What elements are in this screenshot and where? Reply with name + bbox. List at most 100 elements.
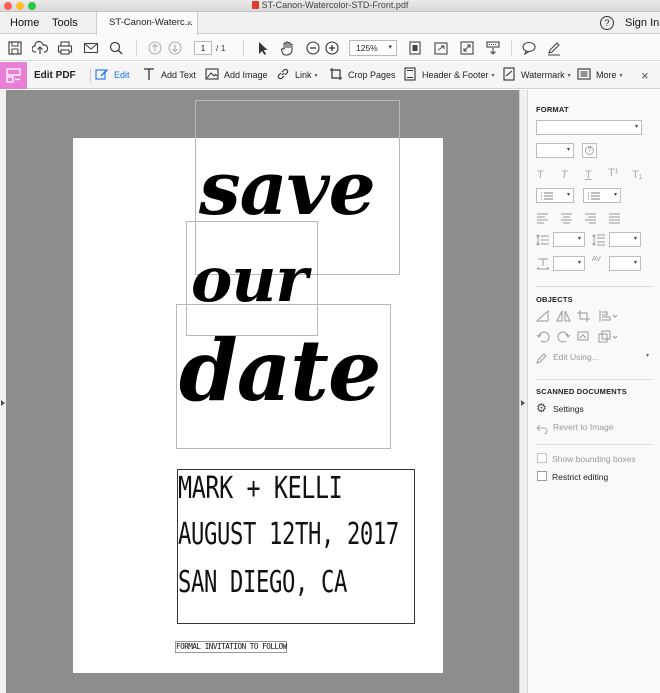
hand-tool-icon[interactable]	[279, 40, 295, 56]
rotate-view-icon[interactable]	[433, 40, 449, 56]
text-style-bold-icon[interactable]: T	[537, 168, 544, 182]
close-tab-icon[interactable]: ×	[187, 12, 192, 34]
scroll-mode-icon[interactable]	[485, 40, 501, 56]
save-icon[interactable]	[7, 40, 23, 56]
chevron-down-icon: ▾	[613, 192, 617, 198]
line-spacing-icon	[536, 234, 549, 246]
zoom-level-select[interactable]: 125% ▾	[349, 40, 397, 56]
tab-bar: Home Tools ST-Canon-Waterc... × ? Sign I…	[0, 12, 660, 35]
page-total-label: / 1	[216, 43, 226, 53]
print-icon[interactable]	[57, 40, 73, 56]
link-button[interactable]: Link ▾	[276, 62, 318, 89]
edit-pdf-tool-icon[interactable]	[0, 62, 27, 89]
chevron-down-icon: ▾	[567, 73, 571, 79]
line-spacing-select[interactable]: ▾	[553, 232, 585, 247]
comment-icon[interactable]	[521, 40, 537, 56]
zoom-out-icon[interactable]	[305, 40, 321, 56]
panel-divider	[536, 286, 653, 287]
help-icon[interactable]: ?	[600, 16, 614, 30]
format-panel: FORMAT ▾ ▾ ? T T T T¹ T₁ ▾ ▾ ▾ ▾ ▾ AV ▾ …	[527, 90, 660, 693]
home-tab[interactable]: Home	[10, 12, 39, 34]
chevron-down-icon: ▾	[619, 73, 623, 79]
watermark-button[interactable]: Watermark ▾	[502, 62, 571, 89]
upload-cloud-icon[interactable]	[32, 40, 48, 56]
edit-label: Edit	[114, 70, 130, 80]
edit-button[interactable]: Edit	[95, 62, 130, 89]
add-text-button[interactable]: Add Text	[142, 62, 196, 89]
left-panel-collapsed[interactable]	[0, 90, 6, 693]
font-family-select[interactable]: ▾	[536, 120, 642, 135]
sign-pen-icon[interactable]	[546, 40, 562, 56]
gear-icon[interactable]: ⚙	[536, 402, 547, 414]
link-icon	[276, 67, 290, 81]
font-size-select[interactable]: ▾	[536, 143, 574, 158]
full-screen-icon[interactable]	[459, 40, 475, 56]
text-style-underline-icon[interactable]: T	[585, 168, 592, 182]
next-page-icon[interactable]	[167, 40, 183, 56]
more-list-icon	[577, 67, 591, 81]
fit-page-icon[interactable]	[407, 40, 423, 56]
numbered-list-select[interactable]: ▾	[583, 188, 621, 203]
search-icon[interactable]	[108, 40, 124, 56]
event-location-text[interactable]: SAN DIEGO, CA	[178, 566, 347, 600]
previous-page-icon[interactable]	[147, 40, 163, 56]
chevron-down-icon: ▾	[314, 73, 318, 79]
object-tools-row-1[interactable]	[536, 309, 636, 323]
window-title-bar: ST-Canon-Watercolor-STD-Front.pdf	[0, 0, 660, 12]
close-edit-icon[interactable]: ×	[641, 62, 649, 89]
toolbar-divider	[511, 40, 512, 56]
font-color-swatch[interactable]: ?	[582, 143, 597, 158]
chevron-down-icon: ▾	[491, 73, 495, 79]
chevron-down-icon: ▾	[566, 192, 570, 198]
script-word-date[interactable]: date	[179, 321, 381, 421]
subscript-icon[interactable]: T₁	[632, 168, 642, 182]
window-title: ST-Canon-Watercolor-STD-Front.pdf	[0, 0, 660, 11]
header-footer-button[interactable]: Header & Footer ▾	[403, 62, 495, 89]
edit-pdf-title: Edit PDF	[34, 70, 76, 81]
bullet-list-select[interactable]: ▾	[536, 188, 574, 203]
crop-pages-button[interactable]: Crop Pages	[329, 62, 396, 89]
panel-divider	[536, 444, 653, 445]
text-style-italic-icon[interactable]: T	[561, 168, 568, 182]
email-icon[interactable]	[83, 40, 99, 56]
more-button[interactable]: More ▾	[577, 62, 623, 89]
panel-divider	[536, 379, 653, 380]
select-arrow-icon[interactable]	[255, 40, 271, 56]
couple-names-text[interactable]: MARK + KELLI	[178, 472, 343, 506]
chevron-down-icon[interactable]: ▾	[646, 352, 649, 359]
document-tab[interactable]: ST-Canon-Waterc... ×	[96, 12, 198, 35]
add-image-button[interactable]: Add Image	[205, 62, 268, 89]
character-spacing-icon: AV	[592, 256, 601, 263]
event-date-text[interactable]: AUGUST 12TH, 2017	[178, 518, 399, 552]
revert-to-image-link[interactable]: Revert to Image	[553, 422, 613, 432]
expand-left-icon[interactable]	[1, 400, 5, 406]
zoom-in-icon[interactable]	[324, 40, 340, 56]
script-word-our[interactable]: our	[191, 242, 308, 318]
settings-link[interactable]: Settings	[553, 404, 584, 414]
page-number-input[interactable]: 1	[194, 41, 212, 55]
alignment-icons[interactable]	[536, 212, 646, 224]
tools-tab[interactable]: Tools	[52, 12, 78, 34]
revert-icon	[536, 421, 548, 439]
paragraph-spacing-select[interactable]: ▾	[609, 232, 641, 247]
document-tab-label: ST-Canon-Waterc...	[109, 17, 193, 28]
collapse-right-panel-icon[interactable]	[521, 400, 525, 406]
horizontal-scaling-select[interactable]: ▾	[553, 256, 585, 271]
script-word-save[interactable]: save	[199, 144, 376, 234]
restrict-editing-checkbox[interactable]	[537, 471, 547, 481]
panel-splitter[interactable]	[519, 90, 527, 693]
color-picker-icon: ?	[585, 146, 594, 155]
object-tools-row-2[interactable]	[536, 330, 636, 344]
edit-using-dropdown[interactable]: Edit Using...	[553, 352, 599, 362]
edit-pencil-icon	[95, 67, 109, 81]
invitation-note-text[interactable]: FORMAL INVITATION TO FOLLOW	[176, 642, 287, 652]
superscript-icon[interactable]: T¹	[608, 166, 618, 180]
restrict-editing-label: Restrict editing	[552, 472, 609, 482]
sign-in-link[interactable]: Sign In	[625, 12, 659, 34]
edit-pdf-toolbar: Edit PDF Edit Add Text Add Image Link ▾ C…	[0, 62, 660, 89]
editbar-divider	[90, 68, 91, 83]
horizontal-scaling-icon	[536, 258, 550, 270]
show-bounding-boxes-checkbox[interactable]	[537, 453, 547, 463]
chevron-down-icon: ▾	[633, 236, 637, 242]
character-spacing-select[interactable]: ▾	[609, 256, 641, 271]
